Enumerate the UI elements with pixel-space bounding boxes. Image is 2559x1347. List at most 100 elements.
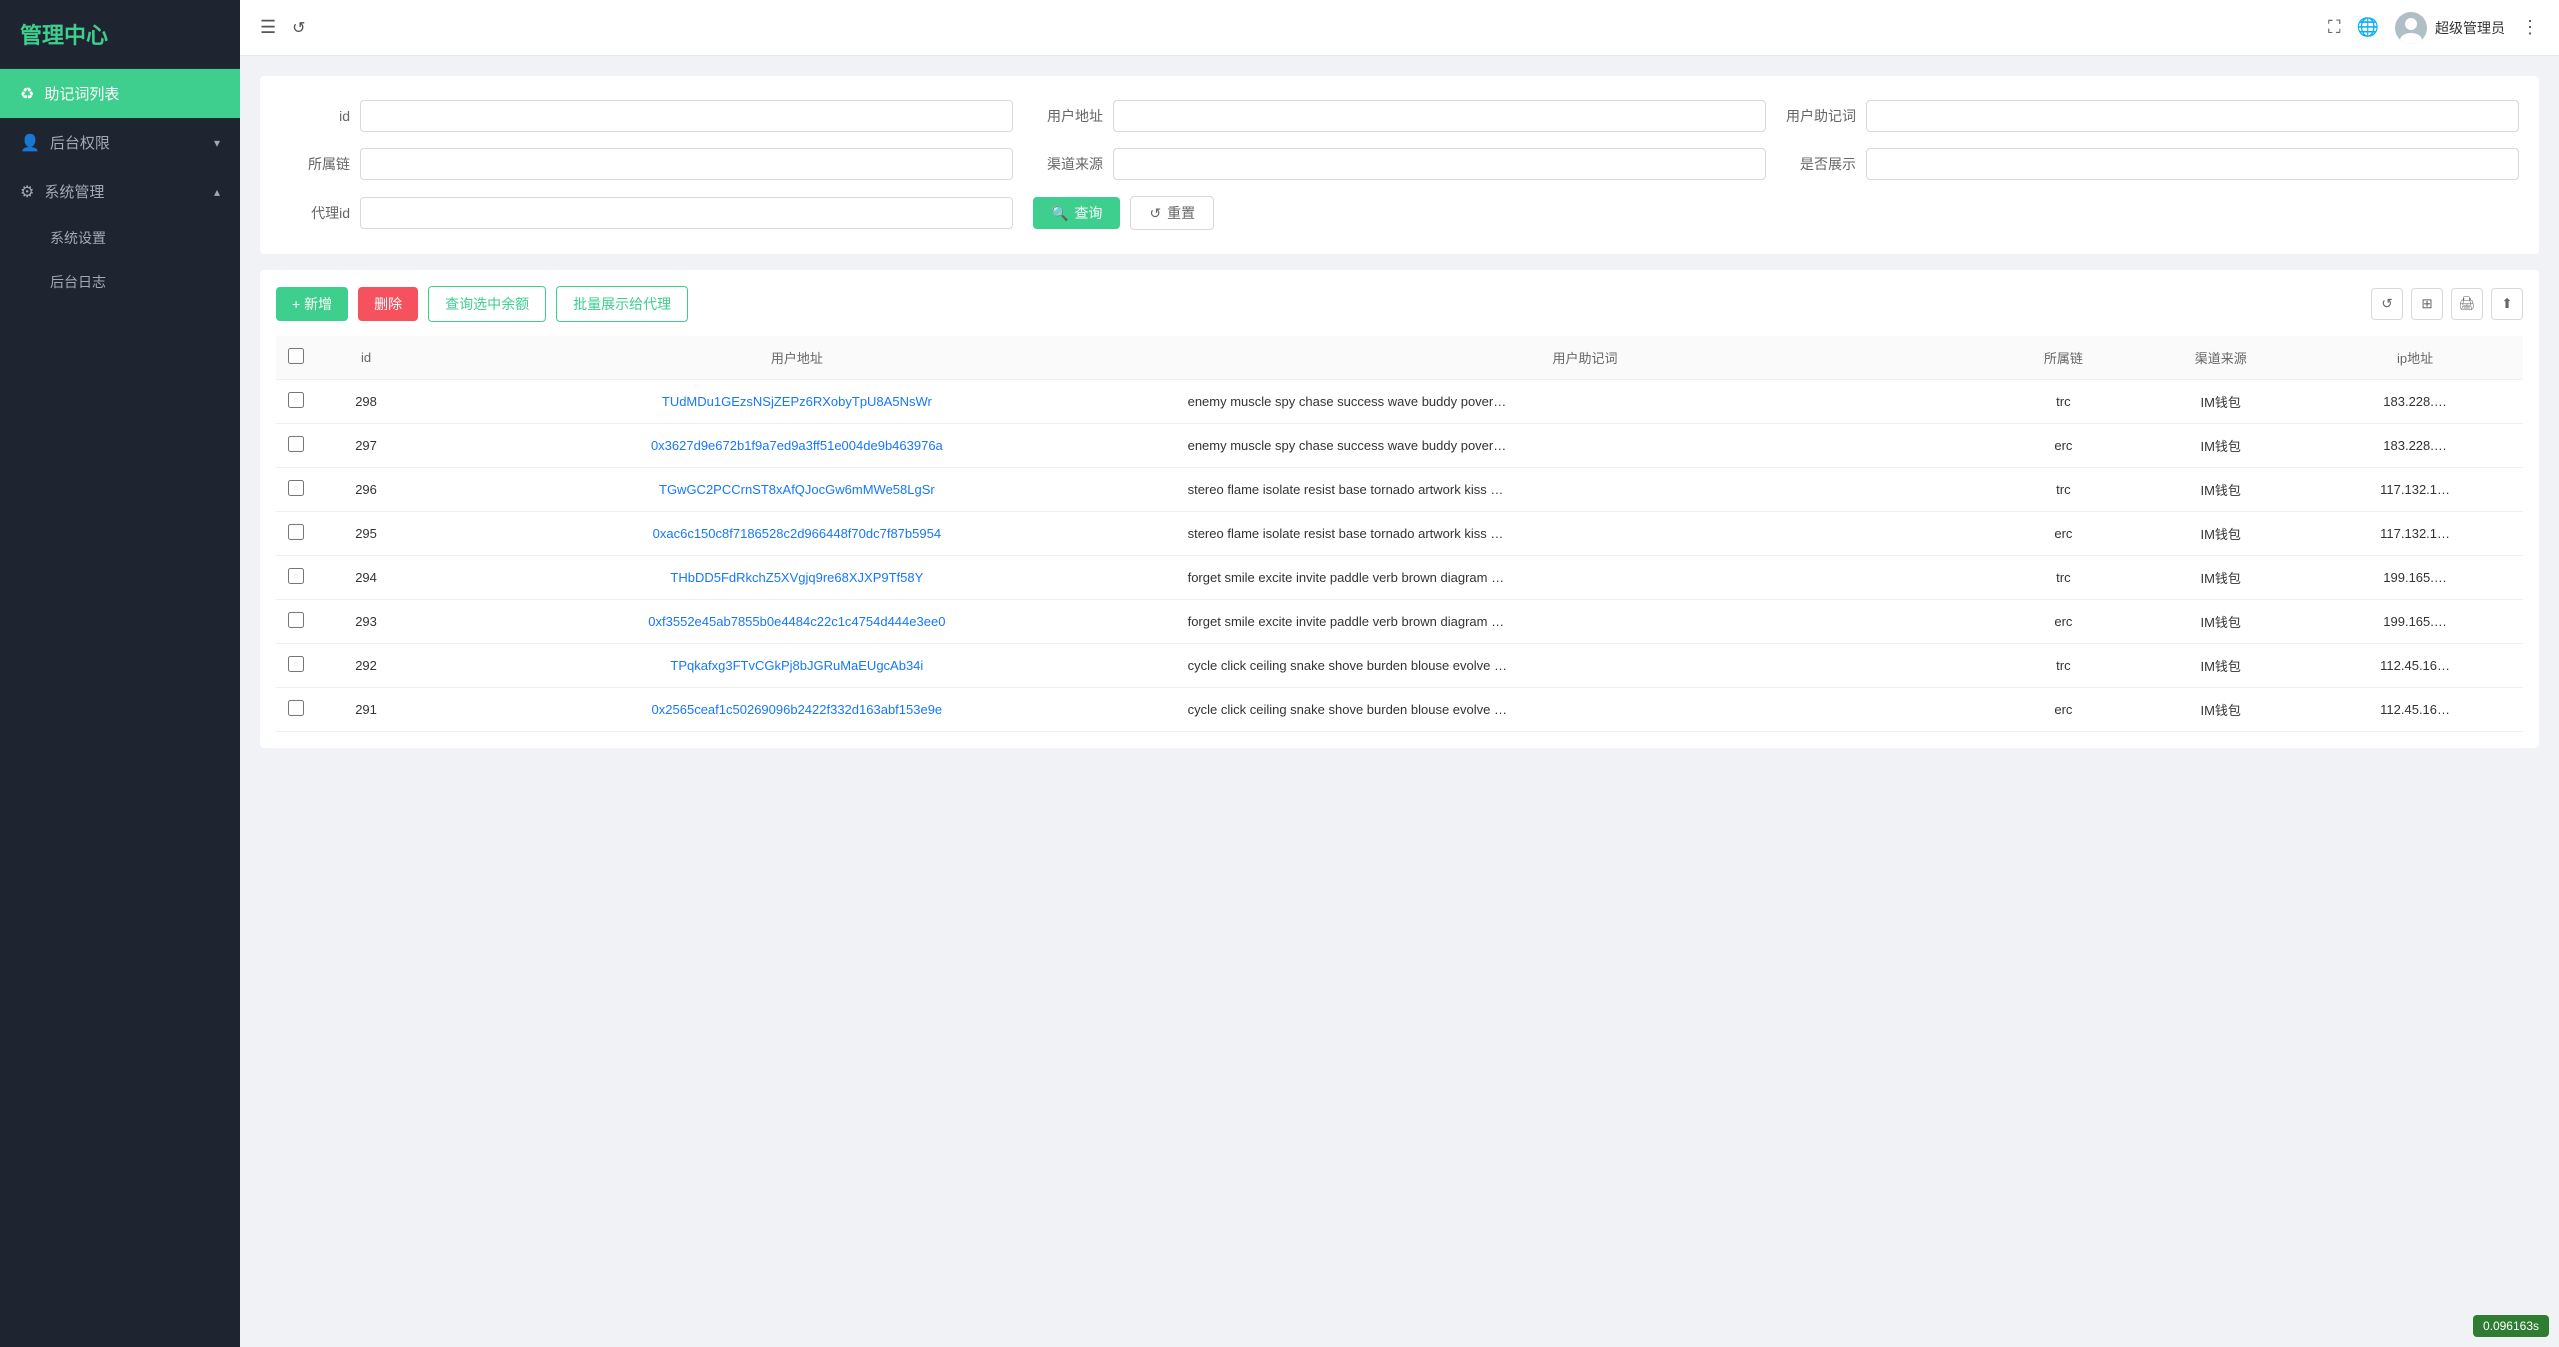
row-select-2[interactable] — [288, 480, 304, 496]
menu-toggle-button[interactable]: ☰ — [260, 17, 276, 38]
query-button[interactable]: 🔍 查询 — [1033, 197, 1120, 229]
row-select-0[interactable] — [288, 392, 304, 408]
column-layout-button[interactable]: ⊞ — [2411, 288, 2443, 320]
user-menu[interactable]: 超级管理员 — [2395, 12, 2505, 44]
row-ip-3: 117.132.1… — [2307, 512, 2523, 556]
row-ip-7: 112.45.16… — [2307, 688, 2523, 732]
header: ☰ ↺ ⛶ 🌐 超级管理员 ⋮ — [240, 0, 2559, 56]
address-link-5[interactable]: 0xf3552e45ab7855b0e4484c22c1c4754d444e3e… — [648, 614, 945, 629]
sidebar-item-system[interactable]: ⚙ 系统管理 ▴ — [0, 167, 240, 216]
row-checkbox-2 — [276, 468, 316, 512]
avatar — [2395, 12, 2427, 44]
col-header-channel: 渠道来源 — [2134, 336, 2307, 380]
table-row: 297 0x3627d9e672b1f9a7ed9a3ff51e004de9b4… — [276, 424, 2523, 468]
row-chain-6: trc — [1993, 644, 2135, 688]
address-link-1[interactable]: 0x3627d9e672b1f9a7ed9a3ff51e004de9b46397… — [651, 438, 943, 453]
filter-label-address: 用户地址 — [1033, 106, 1103, 126]
row-channel-0: IM钱包 — [2134, 380, 2307, 424]
row-chain-0: trc — [1993, 380, 2135, 424]
data-table: id 用户地址 用户助记词 所属链 渠道来源 ip地址 298 TUdMDu1G… — [276, 336, 2523, 732]
table-row: 295 0xac6c150c8f7186528c2d966448f70dc7f8… — [276, 512, 2523, 556]
filter-card: id 用户地址 用户助记词 所属链 渠道来源 — [260, 76, 2539, 254]
row-chain-2: trc — [1993, 468, 2135, 512]
toolbar-right: ↺ ⊞ 🖨 ⬆ — [2371, 288, 2523, 320]
filter-input-agentid[interactable] — [360, 197, 1013, 229]
filter-row-id: id — [280, 100, 1013, 132]
table-row: 296 TGwGC2PCCrnST8xAfQJocGw6mMWe58LgSr s… — [276, 468, 2523, 512]
row-id-2: 296 — [316, 468, 416, 512]
table-header-row: id 用户地址 用户助记词 所属链 渠道来源 ip地址 — [276, 336, 2523, 380]
filter-input-id[interactable] — [360, 100, 1013, 132]
row-ip-1: 183.228.… — [2307, 424, 2523, 468]
select-all-checkbox[interactable] — [288, 348, 304, 364]
row-address-4: THbDD5FdRkchZ5XVgjq9re68XJXP9Tf58Y — [416, 556, 1177, 600]
row-id-0: 298 — [316, 380, 416, 424]
check-balance-button[interactable]: 查询选中余额 — [428, 286, 546, 322]
row-channel-3: IM钱包 — [2134, 512, 2307, 556]
row-mnemonic-2: stereo flame isolate resist base tornado… — [1178, 468, 1993, 512]
row-select-3[interactable] — [288, 524, 304, 540]
table-toolbar: + 新增 删除 查询选中余额 批量展示给代理 ↺ ⊞ 🖨 ⬆ — [276, 286, 2523, 322]
row-channel-4: IM钱包 — [2134, 556, 2307, 600]
row-mnemonic-6: cycle click ceiling snake shove burden b… — [1178, 644, 1993, 688]
address-link-0[interactable]: TUdMDu1GEzsNSjZEPz6RXobyTpU8A5NsWr — [662, 394, 932, 409]
row-select-6[interactable] — [288, 656, 304, 672]
row-select-5[interactable] — [288, 612, 304, 628]
col-header-chain: 所属链 — [1993, 336, 2135, 380]
sidebar-item-mnemonics[interactable]: ♻ 助记词列表 — [0, 69, 240, 118]
row-select-1[interactable] — [288, 436, 304, 452]
address-link-2[interactable]: TGwGC2PCCrnST8xAfQJocGw6mMWe58LgSr — [659, 482, 935, 497]
header-right: ⛶ 🌐 超级管理员 ⋮ — [2328, 12, 2539, 44]
row-chain-4: trc — [1993, 556, 2135, 600]
content-area: id 用户地址 用户助记词 所属链 渠道来源 — [240, 56, 2559, 1347]
add-button[interactable]: + 新增 — [276, 287, 348, 321]
sidebar-item-logs[interactable]: 后台日志 — [0, 260, 240, 304]
filter-input-address[interactable] — [1113, 100, 1766, 132]
filter-input-isshow[interactable] — [1866, 148, 2519, 180]
row-id-6: 292 — [316, 644, 416, 688]
row-select-7[interactable] — [288, 700, 304, 716]
filter-actions-row: 🔍 查询 ↺ 重置 — [1033, 196, 1766, 230]
performance-badge: 0.096163s — [2473, 1315, 2549, 1337]
refresh-table-button[interactable]: ↺ — [2371, 288, 2403, 320]
sidebar-item-permissions[interactable]: 👤 后台权限 ▾ — [0, 118, 240, 167]
row-address-7: 0x2565ceaf1c50269096b2422f332d163abf153e… — [416, 688, 1177, 732]
address-link-3[interactable]: 0xac6c150c8f7186528c2d966448f70dc7f87b59… — [653, 526, 941, 541]
sidebar-item-settings[interactable]: 系统设置 — [0, 216, 240, 260]
address-link-7[interactable]: 0x2565ceaf1c50269096b2422f332d163abf153e… — [652, 702, 943, 717]
export-button[interactable]: ⬆ — [2491, 288, 2523, 320]
batch-show-button[interactable]: 批量展示给代理 — [556, 286, 688, 322]
main-area: ☰ ↺ ⛶ 🌐 超级管理员 ⋮ id — [240, 0, 2559, 1347]
row-checkbox-1 — [276, 424, 316, 468]
header-checkbox-cell — [276, 336, 316, 380]
address-link-4[interactable]: THbDD5FdRkchZ5XVgjq9re68XJXP9Tf58Y — [670, 570, 923, 585]
row-select-4[interactable] — [288, 568, 304, 584]
row-ip-2: 117.132.1… — [2307, 468, 2523, 512]
sidebar: 管理中心 ♻ 助记词列表 👤 后台权限 ▾ ⚙ 系统管理 ▴ 系统设置 后台日志 — [0, 0, 240, 1347]
row-mnemonic-5: forget smile excite invite paddle verb b… — [1178, 600, 1993, 644]
col-header-id: id — [316, 336, 416, 380]
filter-label-isshow: 是否展示 — [1786, 154, 1856, 174]
row-mnemonic-0: enemy muscle spy chase success wave budd… — [1178, 380, 1993, 424]
filter-row-address: 用户地址 — [1033, 100, 1766, 132]
filter-input-chain[interactable] — [360, 148, 1013, 180]
filter-grid: id 用户地址 用户助记词 所属链 渠道来源 — [280, 100, 2519, 230]
address-link-6[interactable]: TPqkafxg3FTvCGkPj8bJGRuMaEUgcAb34i — [670, 658, 923, 673]
sidebar-item-logs-label: 后台日志 — [50, 272, 106, 292]
reset-button[interactable]: ↺ 重置 — [1130, 196, 1214, 230]
table-row: 293 0xf3552e45ab7855b0e4484c22c1c4754d44… — [276, 600, 2523, 644]
row-checkbox-7 — [276, 688, 316, 732]
reset-icon: ↺ — [1149, 205, 1161, 222]
table-row: 298 TUdMDu1GEzsNSjZEPz6RXobyTpU8A5NsWr e… — [276, 380, 2523, 424]
more-button[interactable]: ⋮ — [2521, 17, 2539, 38]
row-chain-5: erc — [1993, 600, 2135, 644]
query-button-label: 查询 — [1074, 203, 1102, 223]
fullscreen-button[interactable]: ⛶ — [2328, 17, 2341, 38]
globe-button[interactable]: 🌐 — [2357, 17, 2379, 38]
filter-input-mnemonic[interactable] — [1866, 100, 2519, 132]
filter-input-channel[interactable] — [1113, 148, 1766, 180]
row-ip-4: 199.165.… — [2307, 556, 2523, 600]
print-button[interactable]: 🖨 — [2451, 288, 2483, 320]
refresh-button[interactable]: ↺ — [292, 18, 305, 38]
delete-button[interactable]: 删除 — [358, 287, 418, 321]
